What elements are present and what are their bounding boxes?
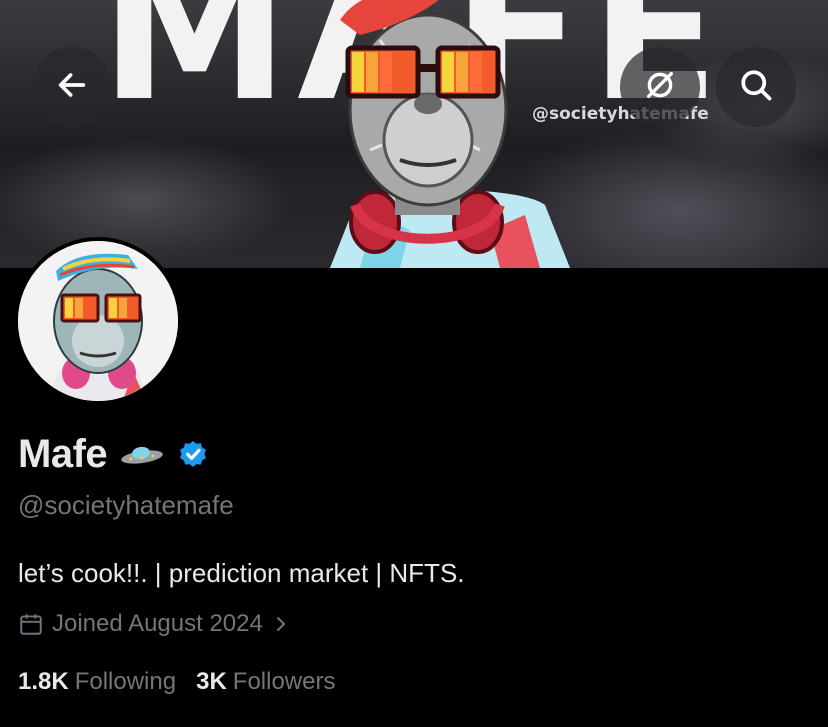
profile-name-row: Mafe (18, 432, 209, 477)
profile-handle: @societyhatemafe (18, 490, 234, 520)
grok-button[interactable] (620, 47, 700, 127)
ape-artwork (330, 0, 570, 268)
verified-badge-icon[interactable] (177, 439, 209, 471)
following-count: 1.8K (18, 668, 69, 695)
joined-label: Joined August 2024 (52, 610, 263, 637)
following-label: Following (74, 668, 177, 695)
grok-slash-icon (643, 68, 677, 107)
display-name: Mafe (18, 432, 108, 476)
arrow-left-icon (55, 68, 89, 107)
follow-stats: 1.8K Following 3K Followers (18, 668, 335, 696)
search-button[interactable] (716, 47, 796, 127)
followers-count: 3K (196, 668, 227, 695)
calendar-icon (18, 611, 44, 637)
followers-label: Followers (232, 668, 336, 695)
avatar-ape-icon (18, 241, 178, 401)
back-button[interactable] (32, 47, 112, 127)
joined-date[interactable]: Joined August 2024 (18, 610, 289, 638)
search-icon (738, 67, 774, 108)
profile-avatar[interactable] (14, 237, 182, 405)
followers-link[interactable]: 3K Followers (196, 668, 335, 696)
chevron-right-icon (273, 614, 289, 634)
profile-banner[interactable]: MAFE @societyhatemafe (0, 0, 828, 268)
profile-bio: let’s cook!!. | prediction market | NFTS… (18, 558, 465, 588)
following-link[interactable]: 1.8K Following (18, 668, 176, 696)
ufo-icon (119, 443, 165, 467)
